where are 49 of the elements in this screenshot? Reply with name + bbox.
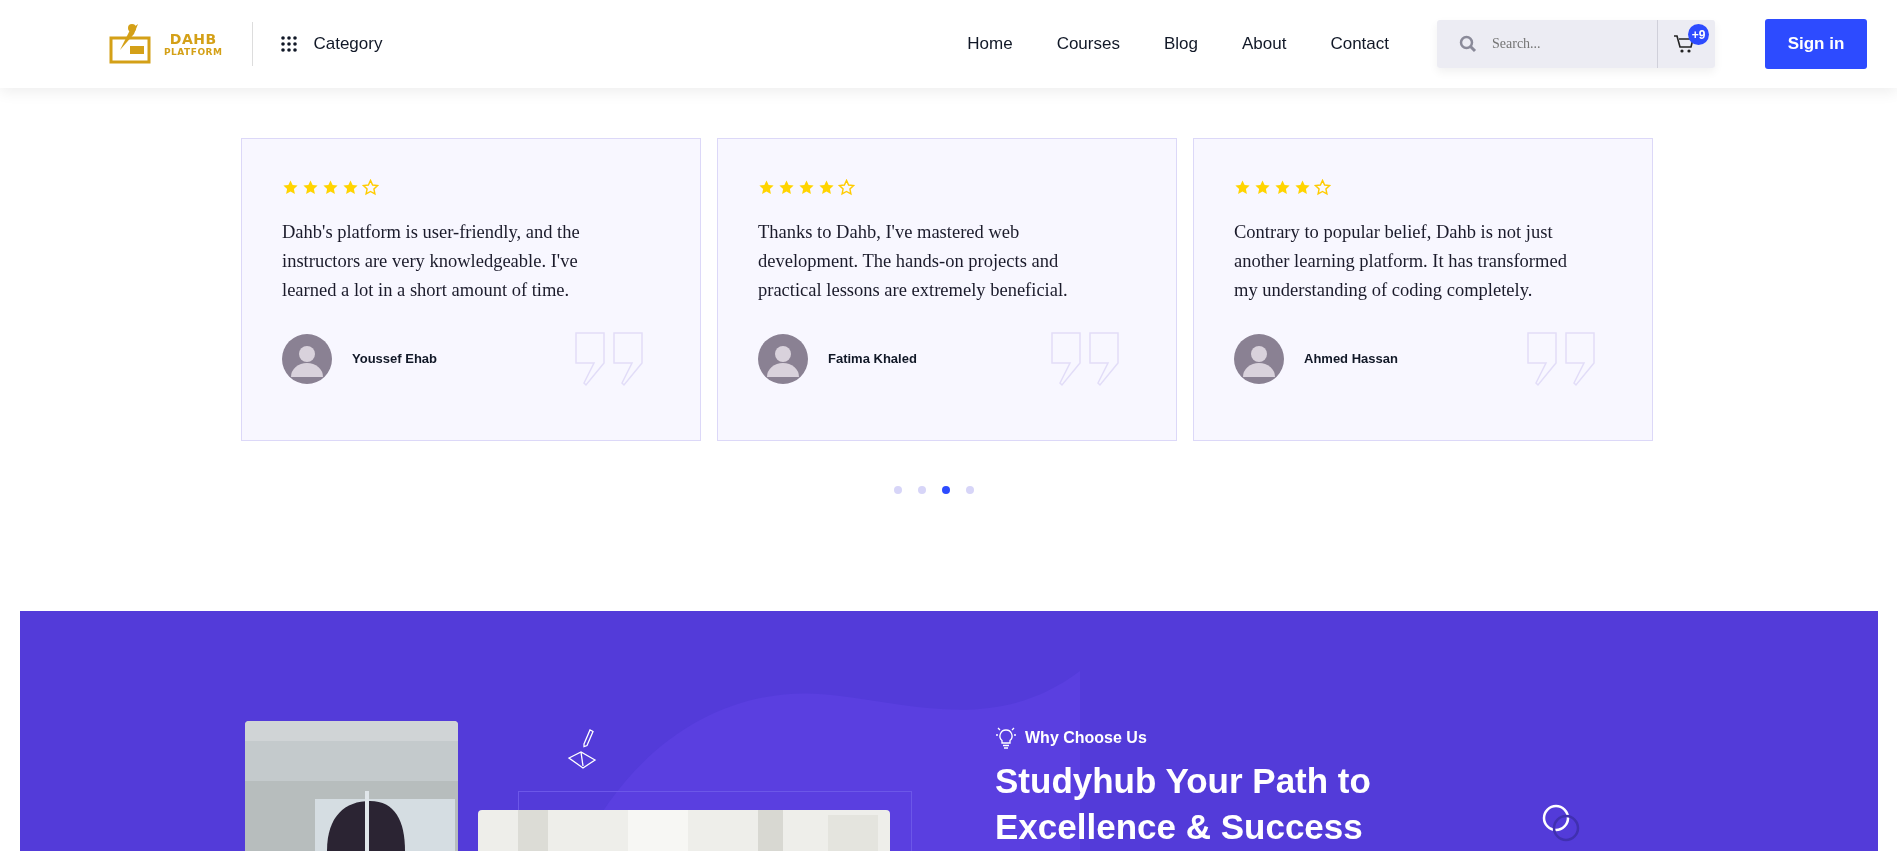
star-icon	[758, 179, 775, 196]
testimonial-text: Dahb's platform is user-friendly, and the instructors are very knowledgeable. I've learned a lot in a short amount of time.	[282, 221, 581, 302]
lightbulb-icon	[995, 726, 1017, 750]
cart-button[interactable]: +9	[1657, 20, 1715, 68]
quote-icon	[1526, 331, 1598, 387]
reviewer-name: Fatima Khaled	[828, 350, 917, 369]
logo-text: DAHB	[169, 31, 217, 46]
nav-link[interactable]: Blog	[1141, 31, 1220, 57]
section-eyebrow: Why Choose Us	[1025, 728, 1147, 748]
section-heading: Studyhub Your Path to Excellence & Success	[995, 760, 1372, 848]
quote-icon	[1050, 331, 1122, 387]
category-menu[interactable]: Category	[281, 31, 383, 57]
reviewer-name: Youssef Ehab	[352, 350, 437, 369]
carousel-dot[interactable]	[941, 486, 950, 494]
star-icon	[282, 179, 299, 196]
star-icon	[1294, 179, 1311, 196]
star-icon	[342, 179, 359, 196]
empty-star-icon	[838, 179, 855, 196]
star-icon	[1234, 179, 1251, 196]
logo-text: PLATFORM	[164, 47, 223, 57]
ring-icon	[1542, 804, 1582, 844]
star-icon	[302, 179, 319, 196]
star-icon	[1254, 179, 1271, 196]
nav-link[interactable]: Home	[945, 31, 1035, 57]
nav-link[interactable]: Courses	[1034, 31, 1142, 57]
carousel-dot[interactable]	[917, 486, 926, 494]
star-icon	[778, 179, 795, 196]
grid-icon	[281, 36, 298, 52]
star-icon	[798, 179, 815, 196]
carousel-dot[interactable]	[965, 486, 974, 494]
quote-icon	[574, 331, 646, 387]
testimonial-text: Thanks to Dahb, I've mastered web development. The hands-on projects and practical lessons are extremely beneficial.	[758, 221, 1069, 302]
nav-link[interactable]: About	[1219, 31, 1309, 57]
empty-star-icon	[1314, 179, 1331, 196]
star-icon	[1274, 179, 1291, 196]
nav-link[interactable]: Contact	[1308, 31, 1411, 57]
sign-in-button[interactable]: Sign in	[1765, 19, 1867, 69]
carousel-dot[interactable]	[893, 486, 902, 494]
star-icon	[818, 179, 835, 196]
star-icon	[322, 179, 339, 196]
search-field[interactable]: Search...	[1437, 20, 1657, 68]
avatar	[282, 334, 332, 384]
reviewer-name: Ahmed Hassan	[1304, 350, 1398, 369]
empty-star-icon	[362, 179, 379, 196]
avatar	[1234, 334, 1284, 384]
cart-count-badge: +9	[1688, 24, 1709, 45]
avatar	[758, 334, 808, 384]
search-icon	[1459, 35, 1477, 53]
testimonial-text: Contrary to popular belief, Dahb is not just another learning platform. It has transformed my understanding of coding completely.	[1234, 221, 1568, 302]
